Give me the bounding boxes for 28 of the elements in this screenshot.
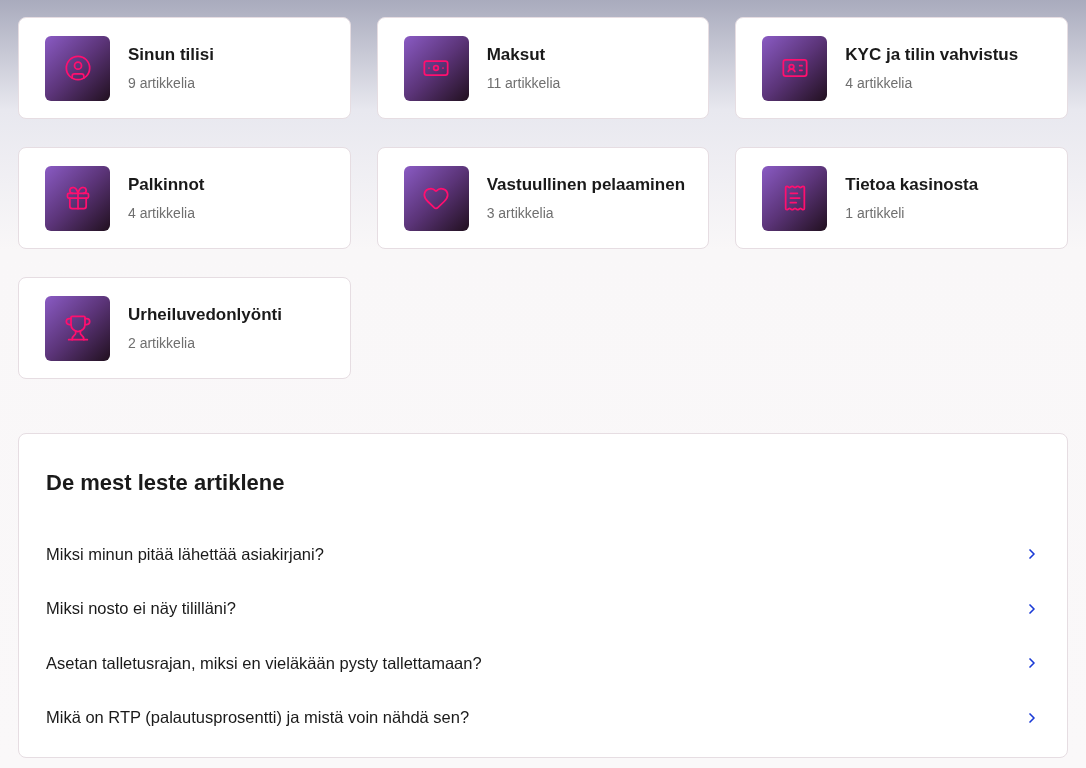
article-count: 11 artikkelia [486, 74, 561, 93]
article-link[interactable]: Miksi minun pitää lähettää asiakirjani? [46, 527, 1040, 582]
category-card[interactable]: Palkinnot 4 artikkelia [18, 147, 351, 249]
article-link[interactable]: Mikä on RTP (palautusprosentti) ja mistä voin nähdä sen? [46, 690, 1040, 745]
article-link[interactable]: Asetan talletusrajan, miksi en vieläkään pysty tallettamaan? [46, 636, 1040, 691]
article-link[interactable]: Miksi nosto ei näy tililläni? [46, 581, 1040, 636]
category-title: KYC ja tilin vahvistus [845, 43, 1019, 65]
panel-heading: De mest leste artiklene [46, 469, 286, 497]
category-title: Sinun tilisi [128, 43, 214, 65]
category-card[interactable]: Sinun tilisi 9 artikkelia [18, 17, 351, 119]
user-icon [63, 54, 92, 82]
category-card[interactable]: Maksut 11 artikkelia [376, 17, 710, 119]
category-title: Urheiluvedonlyönti [128, 303, 282, 325]
article-count: 3 artikkelia [486, 204, 555, 223]
category-title: Vastuullinen pelaaminen [486, 173, 686, 195]
category-title: Maksut [486, 43, 547, 65]
category-card[interactable]: KYC ja tilin vahvistus 4 artikkelia [735, 17, 1068, 119]
trophy-icon [63, 314, 92, 342]
category-title: Tietoa kasinosta [845, 173, 979, 195]
category-card[interactable]: Tietoa kasinosta 1 artikkeli [735, 147, 1068, 249]
article-count: 4 artikkelia [128, 204, 196, 223]
article-count: 4 artikkelia [845, 74, 914, 93]
category-card[interactable]: Urheiluvedonlyönti 2 artikkelia [18, 277, 351, 379]
category-title: Palkinnot [128, 173, 205, 195]
article-count: 1 artikkeli [845, 204, 906, 223]
article-count: 9 artikkelia [128, 74, 196, 93]
category-card[interactable]: Vastuullinen pelaaminen 3 artikkelia [376, 147, 710, 249]
article-count: 2 artikkelia [128, 334, 196, 353]
